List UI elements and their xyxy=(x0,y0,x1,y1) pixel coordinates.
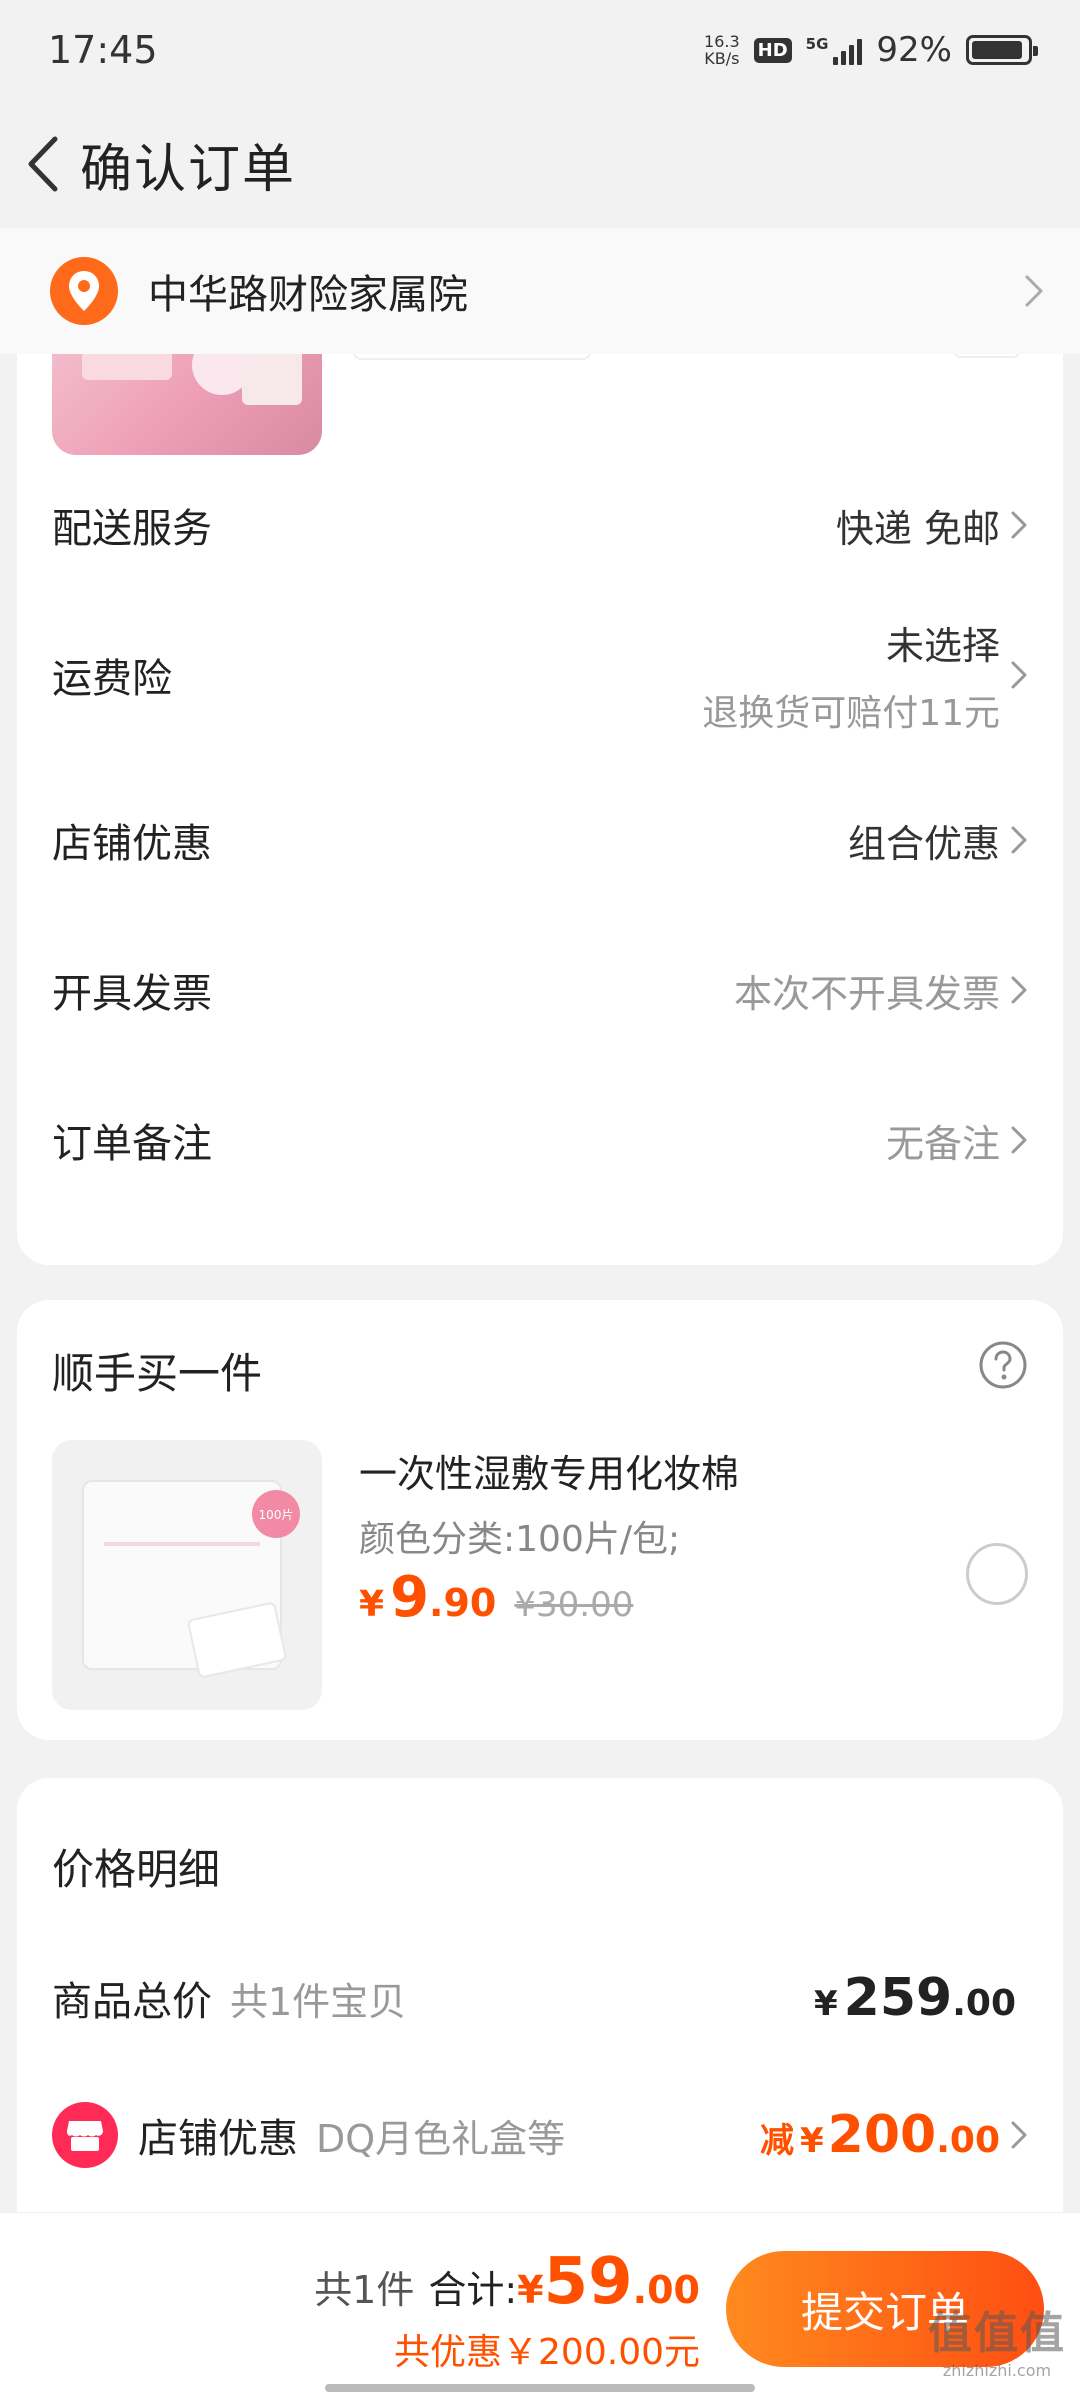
bottom-action-bar: 共1件 合计: ¥ 59 .00 共优惠￥200.00元 提交订单 值值值 zh… xyxy=(0,2212,1080,2400)
discount-currency: ¥ xyxy=(800,2121,824,2161)
total-label: 合计: xyxy=(428,2268,518,2312)
price-detail-title: 价格明细 xyxy=(52,1845,221,1894)
chevron-right-icon xyxy=(1010,825,1028,855)
help-icon[interactable] xyxy=(978,1340,1028,1390)
total-decimal: .00 xyxy=(632,2268,700,2312)
watermark-site: zhizhizhi.com xyxy=(942,2361,1052,2380)
subtotal-row: 商品总价 共1件宝贝 ¥ 259 .00 xyxy=(52,1958,1028,2038)
add-on-badge: 100片 xyxy=(252,1490,300,1538)
invoice-value: 本次不开具发票 xyxy=(733,971,1000,1016)
order-note-label: 订单备注 xyxy=(52,1121,212,1167)
add-on-title: 顺手买一件 xyxy=(52,1349,263,1398)
add-on-spec: 颜色分类:100片/包; xyxy=(359,1519,681,1560)
invoice-label: 开具发票 xyxy=(52,971,212,1017)
order-note-row[interactable]: 订单备注 无备注 xyxy=(17,1090,1063,1190)
watermark: 值值值 zhizhizhi.com xyxy=(928,2297,1066,2380)
store-discount-detail-row[interactable]: 店铺优惠 DQ月色礼盒等 减 ¥ 200 .00 xyxy=(52,2090,1028,2180)
order-options-card: 配送服务 快递 免邮 运费险 未选择 退换货可赔付11元 店铺优惠 组合优惠 开… xyxy=(17,300,1063,1265)
delivery-row[interactable]: 配送服务 快递 免邮 xyxy=(17,470,1063,580)
chevron-right-icon xyxy=(1010,975,1028,1005)
chevron-right-icon xyxy=(1010,1125,1028,1155)
store-discount-label: 店铺优惠 xyxy=(52,821,212,867)
subtotal-integer: 259 xyxy=(843,1968,953,2028)
chevron-right-icon xyxy=(1010,2120,1028,2150)
chevron-left-icon xyxy=(28,136,58,192)
subtotal-count: 共1件宝贝 xyxy=(230,1979,407,2024)
signal-icon: 5G xyxy=(806,35,863,65)
subtotal-currency: ¥ xyxy=(814,1984,838,2024)
total-currency: ¥ xyxy=(517,2268,544,2312)
chevron-right-icon xyxy=(1025,275,1043,307)
total-savings: 共优惠￥200.00元 xyxy=(394,2332,700,2373)
price-currency: ¥ xyxy=(359,1584,385,1625)
store-discount-detail-label: 店铺优惠 xyxy=(138,2116,298,2162)
header: 确认订单 xyxy=(0,100,1080,228)
shipping-insurance-value: 未选择 xyxy=(885,623,1000,668)
location-pin-icon xyxy=(50,257,118,325)
store-discount-row[interactable]: 店铺优惠 组合优惠 xyxy=(17,790,1063,890)
battery-icon xyxy=(966,35,1038,65)
invoice-row[interactable]: 开具发票 本次不开具发票 xyxy=(17,940,1063,1040)
status-bar: 17:45 16.3 KB/s HD 5G 92% xyxy=(0,0,1080,100)
subtotal-label: 商品总价 xyxy=(52,1979,212,2025)
order-note-value: 无备注 xyxy=(885,1121,1000,1166)
price-integer: 9 xyxy=(390,1565,430,1630)
add-on-name: 一次性湿敷专用化妆棉 xyxy=(359,1452,740,1496)
add-on-thumbnail[interactable]: 100片 xyxy=(52,1440,322,1710)
signal-type: 5G xyxy=(805,35,829,53)
add-on-card: 顺手买一件 100片 一次性湿敷专用化妆棉 颜色分类:100片/包; ¥ 9 .… xyxy=(17,1300,1063,1740)
order-totals: 共1件 合计: ¥ 59 .00 共优惠￥200.00元 xyxy=(314,2245,700,2375)
back-button[interactable] xyxy=(12,124,72,204)
shipping-insurance-label: 运费险 xyxy=(52,656,172,702)
add-on-price: ¥ 9 .90 ¥30.00 xyxy=(359,1565,633,1630)
address-text: 中华路财险家属院 xyxy=(148,272,468,318)
subtotal-amount: ¥ 259 .00 xyxy=(814,1968,1016,2028)
hd-icon: HD xyxy=(753,37,792,63)
network-speed-unit: KB/s xyxy=(704,49,740,68)
original-price: ¥30.00 xyxy=(514,1585,634,1625)
delivery-label: 配送服务 xyxy=(52,506,212,552)
price-decimal: .90 xyxy=(429,1581,497,1625)
discount-decimal: .00 xyxy=(936,2120,1000,2161)
store-icon xyxy=(52,2102,118,2168)
discount-amount: 减 ¥ 200 .00 xyxy=(760,2105,1000,2165)
watermark-logo: 值值值 xyxy=(928,2308,1066,2359)
shipping-insurance-note: 退换货可赔付11元 xyxy=(702,692,1000,734)
add-on-select-radio[interactable] xyxy=(966,1543,1028,1605)
battery-percent: 92% xyxy=(876,30,952,70)
home-indicator[interactable] xyxy=(325,2384,755,2392)
store-discount-detail-note: DQ月色礼盒等 xyxy=(316,2116,566,2161)
chevron-right-icon xyxy=(1010,660,1028,690)
network-speed-value: 16.3 xyxy=(704,32,740,51)
discount-integer: 200 xyxy=(827,2105,937,2165)
status-time: 17:45 xyxy=(48,28,158,72)
shipping-insurance-row[interactable]: 运费险 未选择 退换货可赔付11元 xyxy=(17,600,1063,750)
status-icons: 16.3 KB/s HD 5G 92% xyxy=(704,30,1038,70)
chevron-right-icon xyxy=(1010,510,1028,540)
subtotal-decimal: .00 xyxy=(952,1983,1016,2024)
page-title: 确认订单 xyxy=(80,139,297,200)
item-count: 共1件 xyxy=(314,2268,415,2312)
network-speed: 16.3 KB/s xyxy=(704,33,740,67)
total-integer: 59 xyxy=(543,2245,633,2319)
delivery-value: 快递 免邮 xyxy=(835,506,1000,551)
total-amount: ¥ 59 .00 xyxy=(517,2245,700,2319)
discount-prefix: 减 xyxy=(760,2121,794,2161)
store-discount-value: 组合优惠 xyxy=(847,821,1000,866)
address-bar[interactable]: 中华路财险家属院 xyxy=(0,228,1080,354)
